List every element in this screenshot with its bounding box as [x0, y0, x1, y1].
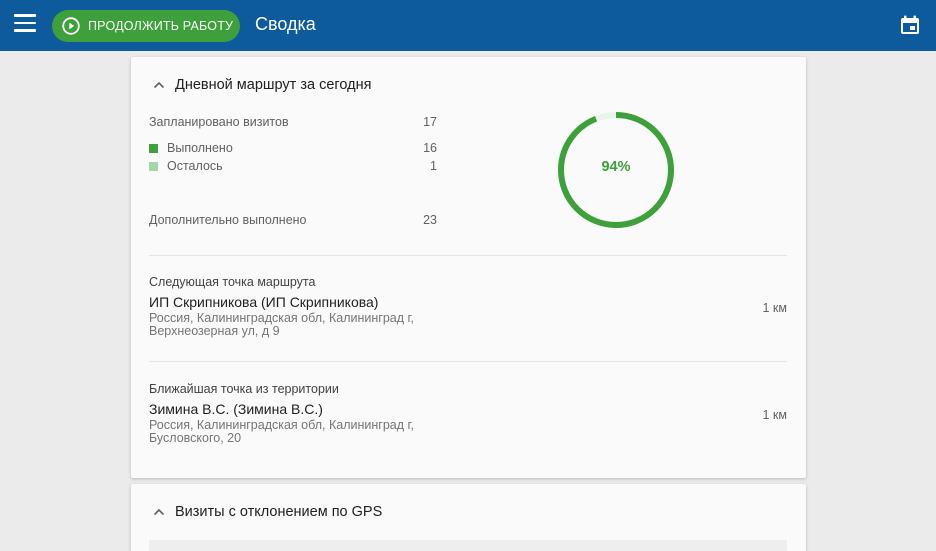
nearest-point-distance: 1 км — [762, 408, 788, 422]
done-visits-row: Выполнено 16 — [149, 141, 437, 155]
nearest-point-caption: Ближайшая точка из территории — [149, 382, 339, 396]
left-visits-label: Осталось — [167, 159, 223, 173]
nearest-territory-point[interactable]: Ближайшая точка из территории Зимина В.С… — [149, 382, 787, 445]
left-visits-value: 1 — [430, 159, 437, 173]
next-point-address: Россия, Калининградская обл, Калининград… — [149, 311, 415, 338]
planned-visits-value: 17 — [423, 115, 437, 129]
legend-done-swatch — [149, 143, 158, 153]
done-visits-value: 16 — [423, 141, 437, 155]
app-bar: ПРОДОЛЖИТЬ РАБОТУ Сводка — [0, 0, 936, 51]
nearest-point-address: Россия, Калининградская обл, Калининград… — [149, 418, 415, 445]
legend-left-swatch — [149, 161, 158, 171]
daily-route-title: Дневной маршрут за сегодня — [175, 77, 372, 93]
daily-route-header[interactable]: Дневной маршрут за сегодня — [153, 77, 371, 93]
gps-deviation-title: Визиты с отклонением по GPS — [175, 504, 383, 520]
next-point-caption: Следующая точка маршрута — [149, 275, 316, 289]
planned-visits-row: Запланировано визитов 17 — [149, 115, 437, 129]
left-visits-row: Осталось 1 — [149, 159, 437, 173]
divider — [149, 255, 787, 256]
continue-work-label: ПРОДОЛЖИТЬ РАБОТУ — [88, 19, 234, 33]
chevron-up-icon — [153, 81, 165, 89]
menu-icon[interactable] — [12, 14, 38, 36]
next-point-name: ИП Скрипникова (ИП Скрипникова) — [149, 294, 379, 310]
gps-deviation-content — [149, 540, 787, 551]
extra-visits-label: Дополнительно выполнено — [149, 213, 307, 227]
divider — [149, 361, 787, 362]
continue-work-button[interactable]: ПРОДОЛЖИТЬ РАБОТУ — [52, 10, 240, 42]
planned-visits-label: Запланировано визитов — [149, 115, 289, 129]
page-title: Сводка — [255, 14, 316, 34]
next-route-point[interactable]: Следующая точка маршрута ИП Скрипникова … — [149, 275, 787, 338]
progress-percent: 94% — [601, 159, 631, 175]
play-circle-icon — [62, 17, 80, 35]
next-point-distance: 1 км — [762, 301, 788, 315]
daily-route-card: Дневной маршрут за сегодня Запланировано… — [131, 57, 806, 478]
extra-visits-value: 23 — [423, 213, 437, 227]
chevron-up-icon — [153, 508, 165, 516]
extra-visits-row: Дополнительно выполнено 23 — [149, 213, 437, 227]
calendar-icon[interactable] — [899, 14, 921, 36]
gps-deviation-card: Визиты с отклонением по GPS — [131, 484, 806, 551]
gps-deviation-header[interactable]: Визиты с отклонением по GPS — [153, 504, 382, 520]
done-visits-label: Выполнено — [167, 141, 233, 155]
nearest-point-name: Зимина В.С. (Зимина В.С.) — [149, 401, 323, 417]
